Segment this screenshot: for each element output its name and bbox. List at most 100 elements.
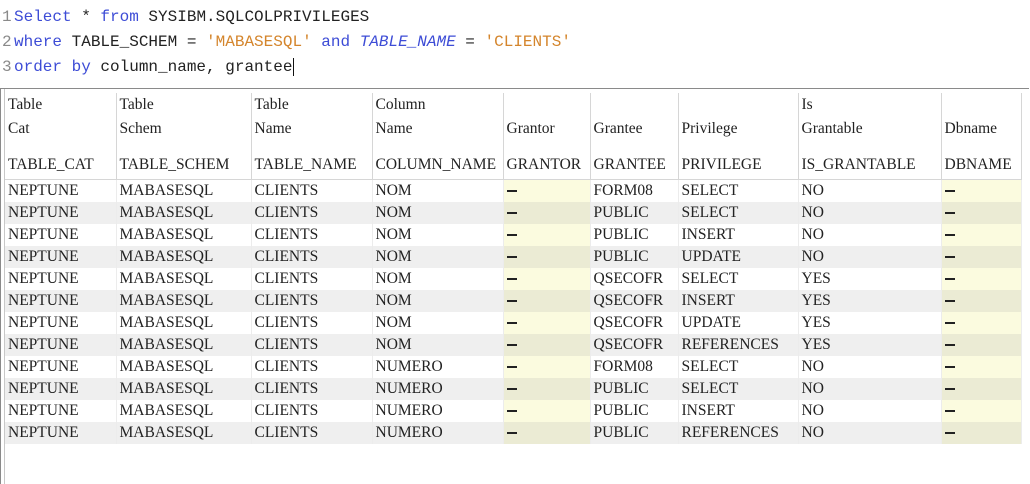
table-cell[interactable] — [941, 378, 1022, 400]
table-cell[interactable]: UPDATE — [678, 312, 799, 334]
table-cell[interactable]: NEPTUNE — [5, 246, 117, 268]
table-cell[interactable]: PUBLIC — [590, 202, 679, 224]
column-header[interactable]: Is Grantable IS_GRANTABLE — [798, 93, 942, 180]
table-cell[interactable] — [941, 334, 1022, 356]
table-cell[interactable]: QSECOFR — [590, 312, 679, 334]
table-cell[interactable]: NO — [798, 378, 942, 400]
table-cell[interactable]: MABASESQL — [116, 422, 252, 444]
table-cell[interactable]: REFERENCES — [678, 334, 799, 356]
table-row[interactable]: NEPTUNE MABASESQL CLIENTS NOM PUBLIC UPDATE NO — [5, 246, 1022, 268]
table-cell[interactable]: NUMERO — [372, 400, 504, 422]
table-row[interactable]: NEPTUNE MABASESQL CLIENTS NOM FORM08 SELECT NO — [5, 179, 1022, 202]
table-cell[interactable]: SELECT — [678, 378, 799, 400]
table-cell[interactable]: NO — [798, 422, 942, 444]
table-cell[interactable]: FORM08 — [590, 179, 679, 202]
table-cell[interactable] — [941, 312, 1022, 334]
table-cell[interactable] — [503, 378, 591, 400]
table-cell[interactable]: NUMERO — [372, 356, 504, 378]
table-cell[interactable]: QSECOFR — [590, 268, 679, 290]
table-cell[interactable]: MABASESQL — [116, 356, 252, 378]
table-cell[interactable]: MABASESQL — [116, 312, 252, 334]
table-cell[interactable] — [941, 224, 1022, 246]
table-cell[interactable]: MABASESQL — [116, 334, 252, 356]
table-cell[interactable] — [503, 179, 591, 202]
table-cell[interactable]: CLIENTS — [251, 312, 373, 334]
table-cell[interactable]: QSECOFR — [590, 334, 679, 356]
table-row[interactable]: NEPTUNE MABASESQL CLIENTS NUMERO PUBLIC INSER… — [5, 400, 1022, 422]
table-cell[interactable]: PUBLIC — [590, 378, 679, 400]
table-cell[interactable] — [941, 290, 1022, 312]
table-cell[interactable]: NO — [798, 400, 942, 422]
table-cell[interactable]: NO — [798, 202, 942, 224]
table-cell[interactable] — [503, 400, 591, 422]
table-cell[interactable]: YES — [798, 268, 942, 290]
table-cell[interactable]: MABASESQL — [116, 246, 252, 268]
table-row[interactable]: NEPTUNE MABASESQL CLIENTS NOM PUBLIC SELECT NO — [5, 202, 1022, 224]
table-cell[interactable] — [503, 334, 591, 356]
table-cell[interactable]: YES — [798, 334, 942, 356]
table-cell[interactable]: NEPTUNE — [5, 334, 117, 356]
column-header[interactable]: Dbname DBNAME — [941, 93, 1022, 180]
table-cell[interactable]: PUBLIC — [590, 224, 679, 246]
table-cell[interactable]: NO — [798, 224, 942, 246]
table-cell[interactable]: CLIENTS — [251, 378, 373, 400]
table-cell[interactable]: NOM — [372, 179, 504, 202]
column-header[interactable]: Grantee GRANTEE — [590, 93, 679, 180]
table-row[interactable]: NEPTUNE MABASESQL CLIENTS NOM QSECOFR REFEREN… — [5, 334, 1022, 356]
table-row[interactable]: NEPTUNE MABASESQL CLIENTS NOM QSECOFR INSERT Y… — [5, 290, 1022, 312]
table-cell[interactable]: MABASESQL — [116, 179, 252, 202]
table-cell[interactable]: SELECT — [678, 179, 799, 202]
table-cell[interactable] — [941, 202, 1022, 224]
table-cell[interactable]: NOM — [372, 268, 504, 290]
table-row[interactable]: NEPTUNE MABASESQL CLIENTS NOM QSECOFR SELECT Y… — [5, 268, 1022, 290]
table-cell[interactable]: NEPTUNE — [5, 356, 117, 378]
table-cell[interactable]: NOM — [372, 202, 504, 224]
table-cell[interactable]: CLIENTS — [251, 202, 373, 224]
table-cell[interactable] — [503, 312, 591, 334]
table-cell[interactable]: REFERENCES — [678, 422, 799, 444]
table-cell[interactable]: MABASESQL — [116, 290, 252, 312]
table-cell[interactable] — [503, 268, 591, 290]
table-cell[interactable] — [941, 268, 1022, 290]
table-cell[interactable]: NO — [798, 246, 942, 268]
table-row[interactable]: NEPTUNE MABASESQL CLIENTS NUMERO PUBLIC SELEC… — [5, 378, 1022, 400]
table-cell[interactable] — [941, 179, 1022, 202]
table-cell[interactable]: CLIENTS — [251, 422, 373, 444]
table-cell[interactable] — [941, 246, 1022, 268]
table-cell[interactable]: PUBLIC — [590, 400, 679, 422]
table-cell[interactable]: NEPTUNE — [5, 290, 117, 312]
table-cell[interactable]: PUBLIC — [590, 422, 679, 444]
table-cell[interactable]: NEPTUNE — [5, 400, 117, 422]
column-header[interactable]: Table Schem TABLE_SCHEM — [116, 93, 252, 180]
table-cell[interactable]: CLIENTS — [251, 400, 373, 422]
table-cell[interactable]: NEPTUNE — [5, 422, 117, 444]
table-cell[interactable]: NO — [798, 179, 942, 202]
table-cell[interactable] — [941, 422, 1022, 444]
table-cell[interactable]: NEPTUNE — [5, 224, 117, 246]
table-cell[interactable] — [503, 224, 591, 246]
table-cell[interactable]: INSERT — [678, 224, 799, 246]
table-cell[interactable] — [941, 356, 1022, 378]
table-cell[interactable]: YES — [798, 312, 942, 334]
table-cell[interactable]: NOM — [372, 312, 504, 334]
table-cell[interactable]: CLIENTS — [251, 246, 373, 268]
table-cell[interactable]: MABASESQL — [116, 268, 252, 290]
table-cell[interactable]: NUMERO — [372, 422, 504, 444]
table-cell[interactable]: NEPTUNE — [5, 179, 117, 202]
code-line-1[interactable]: 1 Select * from SYSIBM.SQLCOLPRIVILEGES — [0, 5, 369, 29]
table-cell[interactable] — [503, 246, 591, 268]
column-header[interactable]: Table Name TABLE_NAME — [251, 93, 373, 180]
table-cell[interactable]: NOM — [372, 290, 504, 312]
column-header[interactable]: Privilege PRIVILEGE — [678, 93, 799, 180]
sql-editor[interactable]: 1 Select * from SYSIBM.SQLCOLPRIVILEGES 2… — [0, 0, 1030, 86]
table-cell[interactable]: MABASESQL — [116, 202, 252, 224]
table-cell[interactable] — [503, 202, 591, 224]
table-cell[interactable]: NOM — [372, 334, 504, 356]
table-cell[interactable]: CLIENTS — [251, 356, 373, 378]
table-cell[interactable] — [941, 400, 1022, 422]
table-cell[interactable]: CLIENTS — [251, 268, 373, 290]
code-line-2[interactable]: 2 where TABLE_SCHEM = 'MABASESQL' and TAB… — [0, 30, 571, 54]
column-header[interactable]: Grantor GRANTOR — [503, 93, 591, 180]
table-cell[interactable] — [503, 290, 591, 312]
table-row[interactable]: NEPTUNE MABASESQL CLIENTS NOM QSECOFR UPDATE Y… — [5, 312, 1022, 334]
